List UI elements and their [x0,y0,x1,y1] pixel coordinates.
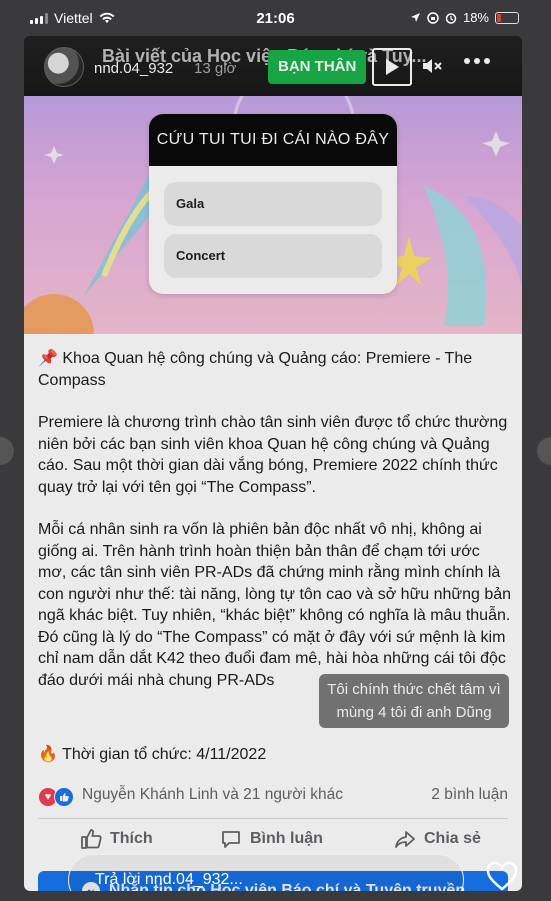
comments-count[interactable]: 2 bình luận [431,786,508,804]
comment-icon [222,831,240,848]
reply-input[interactable]: Trả lời nnd.04_932... [68,854,464,891]
speaker-muted-icon [423,59,442,73]
post-paragraph-1: Premiere là chương trình chào tân sinh v… [38,414,508,496]
battery-percent: 18% [462,10,489,25]
post-text: 📌 Khoa Quan hệ công chúng và Quảng cáo: … [38,348,512,712]
mute-button[interactable] [420,54,444,78]
previous-story-arrow[interactable] [0,437,14,465]
reaction-icons: ♥ [38,787,74,807]
post-heading: 📌 Khoa Quan hệ công chúng và Quảng cáo: … [38,348,512,391]
like-reaction-icon [54,787,74,807]
like-story-button[interactable] [486,861,518,891]
reactors-text: Nguyễn Khánh Linh và 21 người khác [82,786,343,803]
status-bar: Viettel 21:06 18% [0,0,551,36]
story-username[interactable]: nnd.04_932 [94,60,173,77]
battery-icon [495,11,519,24]
like-button[interactable]: Thích [80,828,153,850]
heart-icon [486,861,518,891]
avatar[interactable] [44,47,84,87]
poll-option-concert[interactable]: Concert [164,234,382,278]
share-button[interactable]: Chia sẻ [394,828,481,850]
poll-title: CỨU TUI TUI ĐI CÁI NÀO ĐÂY [149,114,397,166]
text-sticker: Tôi chính thức chết tâm vì mùng 4 tôi đi… [319,674,509,728]
reactions-bar[interactable]: ♥ Nguyễn Khánh Linh và 21 người khác 2 b… [38,784,508,812]
post-banner: CỨU TUI TUI ĐI CÁI NÀO ĐÂY Gala Concert [24,86,522,334]
share-label: Chia sẻ [424,830,481,847]
location-icon [410,13,420,22]
thumbs-up-icon [81,829,102,849]
more-options-button[interactable] [464,58,490,64]
share-icon [395,831,415,848]
event-time-text: Thời gian tổ chức: 4/11/2022 [62,746,267,763]
shared-post: CỨU TUI TUI ĐI CÁI NÀO ĐÂY Gala Concert … [24,86,522,891]
status-right: 18% [410,10,519,25]
comment-label: Bình luận [250,830,323,847]
screen-lock-icon [427,11,439,24]
pin-icon: 📌 [38,350,58,367]
story-time-ago: 13 giờ [194,60,237,77]
event-time: 🔥 Thời gian tổ chức: 4/11/2022 [38,744,266,764]
post-paragraph-2: Mỗi cá nhân sinh ra vốn là phiên bản độc… [38,521,512,689]
poll-sticker: CỨU TUI TUI ĐI CÁI NÀO ĐÂY Gala Concert [149,114,397,294]
comment-button[interactable]: Bình luận [220,828,323,850]
post-heading-text: Khoa Quan hệ công chúng và Quảng cáo: Pr… [38,350,473,389]
poll-option-gala[interactable]: Gala [164,182,382,226]
fire-icon: 🔥 [38,746,58,763]
play-button[interactable] [372,48,412,86]
story-card: CỨU TUI TUI ĐI CÁI NÀO ĐÂY Gala Concert … [24,36,522,891]
close-friend-badge: BẠN THÂN [268,50,367,84]
play-icon [386,59,399,75]
next-story-arrow[interactable] [537,437,551,465]
like-label: Thích [110,830,153,847]
story-header: Bài viết của Học viện Báo chí và Tuy... … [24,36,522,96]
alarm-icon [445,12,457,24]
divider [38,818,508,819]
